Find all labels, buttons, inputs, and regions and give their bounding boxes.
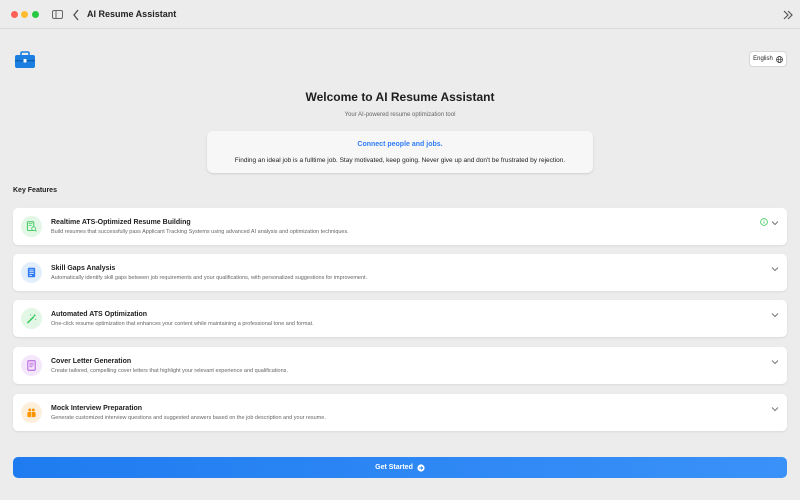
chevron-down-icon[interactable]	[771, 312, 779, 318]
window-title: AI Resume Assistant	[87, 9, 177, 19]
motivation-heading: Connect people and jobs.	[357, 141, 443, 148]
document-icon	[21, 262, 42, 283]
get-started-label: Get Started	[375, 464, 413, 471]
feature-mock-interview-preparation[interactable]: Mock Interview Preparation Generate cust…	[13, 394, 787, 431]
feature-title: Automated ATS Optimization	[51, 311, 148, 318]
motivation-card: Connect people and jobs. Finding an idea…	[207, 131, 593, 173]
key-features-heading: Key Features	[13, 187, 57, 194]
language-label: English	[753, 56, 773, 62]
motivation-text: Finding an ideal job is a fulltime job. …	[234, 157, 566, 164]
expand-chevrons-icon[interactable]	[783, 10, 793, 20]
back-chevron-icon[interactable]	[72, 9, 80, 21]
feature-title: Mock Interview Preparation	[51, 405, 143, 412]
feature-title: Realtime ATS-Optimized Resume Building	[51, 219, 191, 226]
feature-description: One-click resume optimization that enhan…	[51, 321, 314, 327]
chevron-down-icon[interactable]	[771, 220, 779, 226]
interview-icon	[21, 402, 42, 423]
feature-automated-ats-optimization[interactable]: Automated ATS Optimization One-click res…	[13, 300, 787, 337]
magic-wand-icon	[21, 308, 42, 329]
globe-icon	[776, 55, 783, 63]
feature-description: Create tailored, compelling cover letter…	[51, 368, 288, 374]
language-selector[interactable]: English	[749, 51, 787, 67]
letter-icon	[21, 355, 42, 376]
briefcase-icon	[15, 51, 35, 68]
arrow-right-circle-icon	[417, 463, 425, 472]
zoom-window-button[interactable]	[32, 11, 39, 18]
feature-title: Cover Letter Generation	[51, 358, 132, 365]
page-title: Welcome to AI Resume Assistant	[305, 90, 495, 104]
chevron-down-icon[interactable]	[771, 266, 779, 272]
feature-description: Generate customized interview questions …	[51, 415, 326, 421]
close-window-button[interactable]	[11, 11, 18, 18]
sidebar-toggle-icon[interactable]	[52, 10, 63, 19]
title-bar: AI Resume Assistant	[0, 0, 800, 29]
feature-skill-gaps-analysis[interactable]: Skill Gaps Analysis Automatically identi…	[13, 254, 787, 291]
resume-search-icon	[21, 216, 42, 237]
page-subtitle: Your AI-powered resume optimization tool	[344, 112, 456, 118]
feature-ats-resume-building[interactable]: Realtime ATS-Optimized Resume Building B…	[13, 208, 787, 245]
feature-description: Automatically identify skill gaps betwee…	[51, 275, 368, 281]
chevron-down-icon[interactable]	[771, 359, 779, 365]
info-icon[interactable]	[760, 218, 768, 226]
feature-title: Skill Gaps Analysis	[51, 265, 116, 272]
chevron-down-icon[interactable]	[771, 406, 779, 412]
feature-description: Build resumes that successfully pass App…	[51, 229, 349, 235]
minimize-window-button[interactable]	[21, 11, 28, 18]
feature-cover-letter-generation[interactable]: Cover Letter Generation Create tailored,…	[13, 347, 787, 384]
get-started-button[interactable]: Get Started	[13, 457, 787, 478]
